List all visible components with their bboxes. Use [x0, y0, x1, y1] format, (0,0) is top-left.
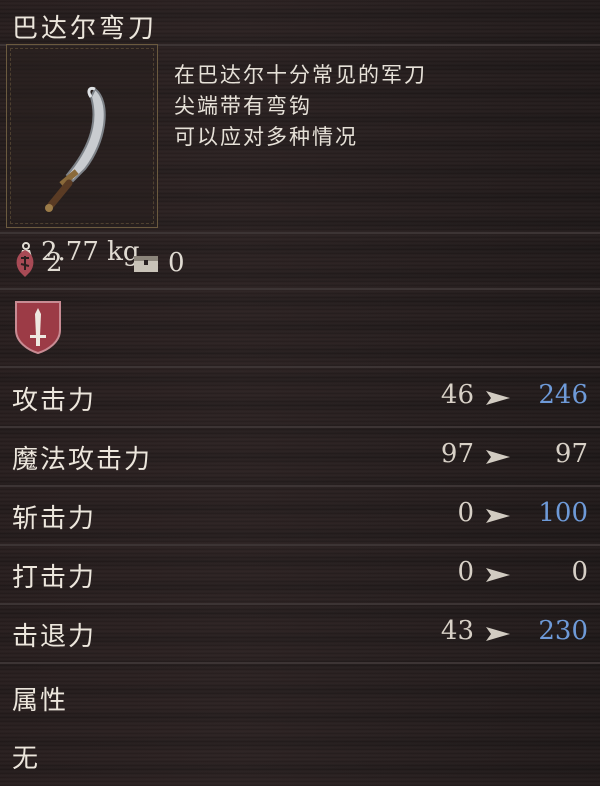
divider: [0, 662, 600, 664]
stat-new: 246: [538, 380, 588, 410]
arrow-icon: [486, 390, 510, 409]
stat-current: 0: [457, 557, 474, 587]
stat-new: 97: [554, 439, 588, 469]
attribute-value: 无: [12, 744, 41, 774]
stat-new: 0: [571, 557, 588, 587]
description-line: 在巴达尔十分常见的军刀: [174, 63, 427, 87]
chest-stat: 0: [132, 248, 185, 278]
stat-label: 打击力: [12, 563, 97, 593]
rune-value: 2: [46, 248, 63, 278]
arrow-icon: [486, 626, 510, 645]
rune-icon: [12, 248, 38, 278]
item-description: 在巴达尔十分常见的军刀 尖端带有弯钩 可以应对多种情况: [174, 60, 427, 153]
stat-row: 斩击力 0 100: [0, 486, 600, 544]
stat-row: 攻击力 46 246: [0, 368, 600, 426]
rune-stat: 2: [12, 248, 63, 278]
stat-label: 魔法攻击力: [12, 445, 153, 475]
description-line: 尖端带有弯钩: [174, 94, 312, 118]
chest-value: 0: [168, 248, 185, 278]
stat-label: 斩击力: [12, 504, 97, 534]
stat-row: 击退力 43 230: [0, 604, 600, 662]
divider: [0, 288, 600, 290]
stat-new: 230: [538, 616, 588, 646]
chest-icon: [132, 252, 160, 274]
scimitar-icon: [45, 87, 106, 212]
stat-current: 43: [440, 616, 474, 646]
stat-row: 打击力 0 0: [0, 545, 600, 603]
arrow-icon: [486, 567, 510, 586]
description-line: 可以应对多种情况: [174, 125, 358, 149]
stat-current: 0: [457, 498, 474, 528]
sword-shield-icon: [14, 300, 62, 358]
divider: [0, 232, 600, 234]
stat-label: 击退力: [12, 622, 97, 652]
stat-current: 97: [440, 439, 474, 469]
attribute-label: 属性: [12, 686, 69, 716]
arrow-icon: [486, 449, 510, 468]
item-image-frame: 2.77 kg: [6, 44, 158, 267]
arrow-icon: [486, 508, 510, 527]
stat-current: 46: [440, 380, 474, 410]
stat-row: 魔法攻击力 97 97: [0, 427, 600, 485]
stat-new: 100: [538, 498, 588, 528]
stat-label: 攻击力: [12, 386, 97, 416]
item-title: 巴达尔弯刀: [12, 14, 158, 44]
